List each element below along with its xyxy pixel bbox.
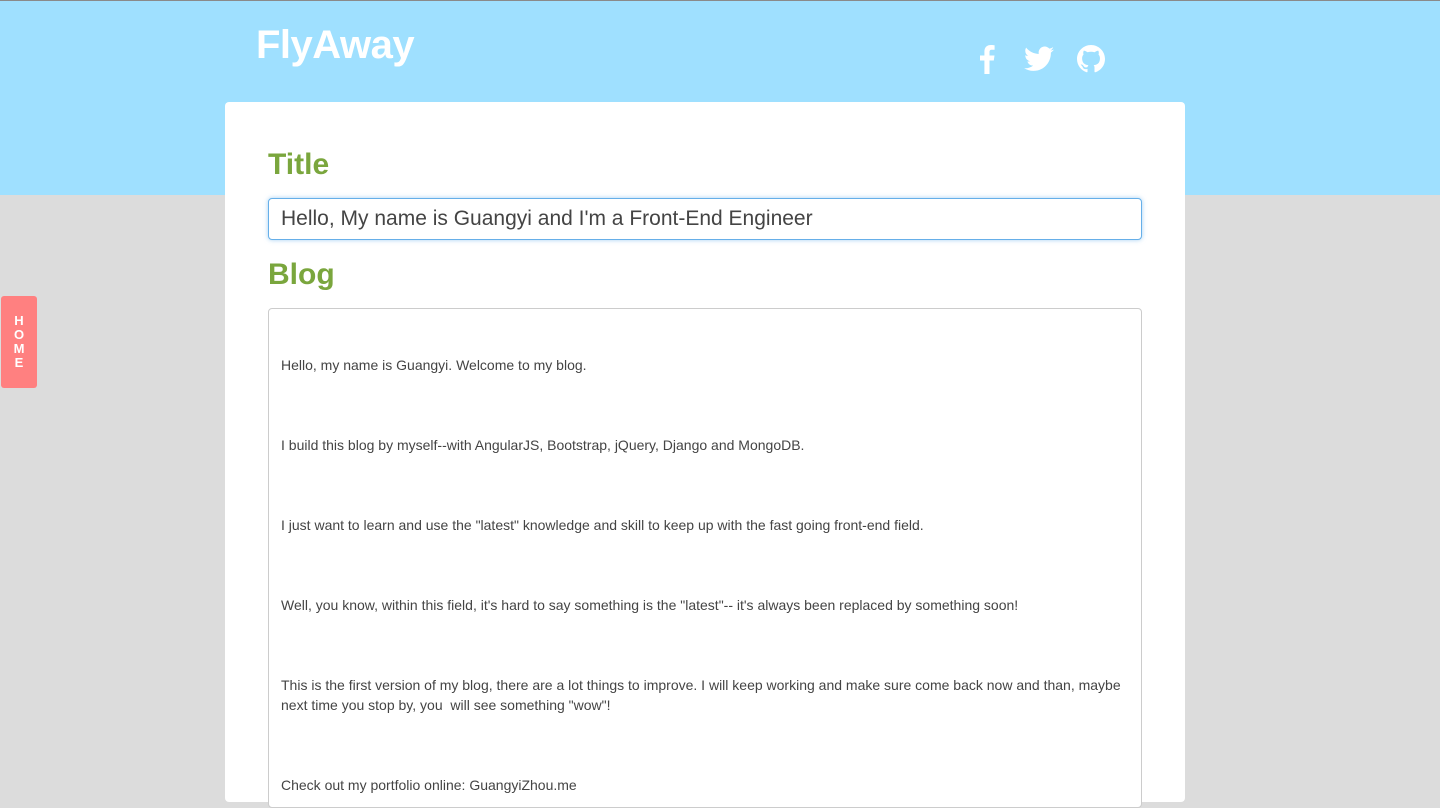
github-icon: [1077, 45, 1105, 73]
home-tab-letter: H: [14, 313, 24, 328]
facebook-link[interactable]: [971, 43, 1003, 75]
blog-label: Blog: [268, 258, 335, 291]
facebook-icon: [979, 44, 995, 74]
title-input[interactable]: [268, 198, 1142, 240]
title-label: Title: [268, 148, 330, 181]
brand-logo[interactable]: FlyAway: [256, 23, 415, 68]
twitter-icon: [1024, 46, 1054, 72]
home-tab-letter: E: [14, 355, 24, 370]
editor-card: Title Blog Hello, my name is Guangyi. We…: [225, 102, 1185, 808]
home-tab-letter: M: [13, 341, 25, 356]
blog-paragraph: This is the first version of my blog, th…: [281, 677, 1125, 713]
blog-paragraph: Check out my portfolio online: GuangyiZh…: [281, 777, 577, 793]
blog-paragraph: I just want to learn and use the "latest…: [281, 517, 924, 533]
home-tab-letter: O: [13, 327, 25, 342]
home-tab[interactable]: H O M E: [1, 296, 37, 388]
blog-textarea[interactable]: Hello, my name is Guangyi. Welcome to my…: [268, 308, 1142, 808]
blog-paragraph: I build this blog by myself--with Angula…: [281, 437, 805, 453]
twitter-link[interactable]: [1023, 43, 1055, 75]
github-link[interactable]: [1075, 43, 1107, 75]
blog-paragraph: Well, you know, within this field, it's …: [281, 597, 1019, 613]
blog-paragraph: Hello, my name is Guangyi. Welcome to my…: [281, 357, 587, 373]
